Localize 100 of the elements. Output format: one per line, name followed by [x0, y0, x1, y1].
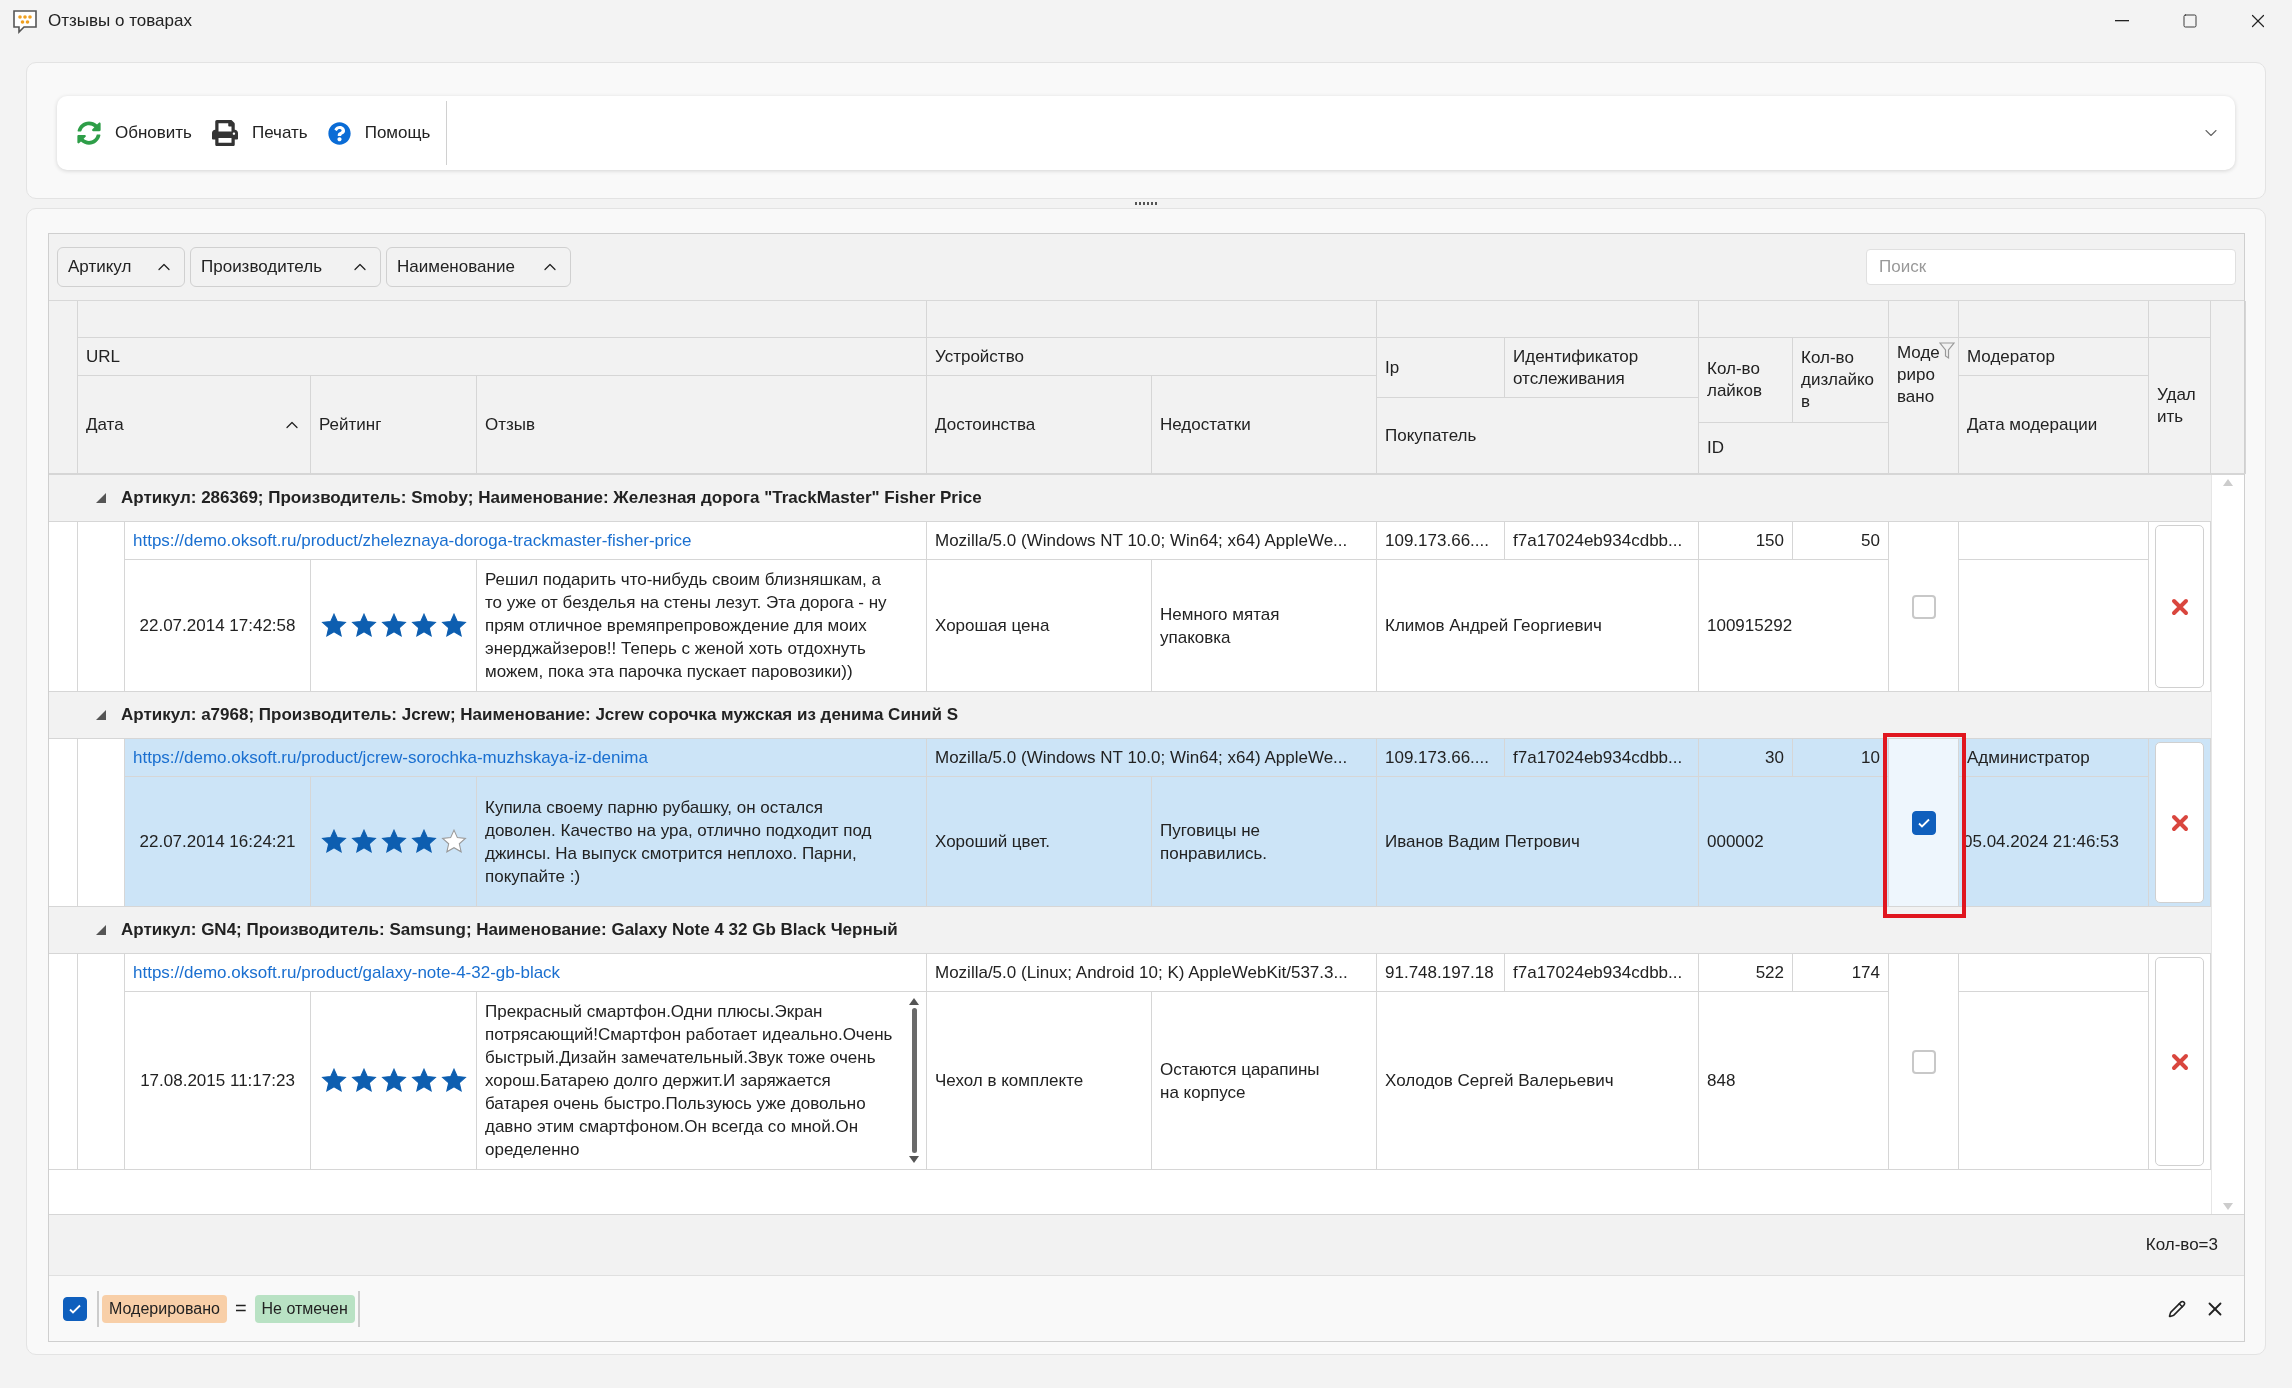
star-icon	[440, 613, 467, 638]
table-cell: 109.173.66....	[1377, 739, 1505, 777]
star-icon	[440, 829, 467, 854]
table-cell: 22.07.2014 17:42:58	[125, 560, 311, 692]
product-link[interactable]: https://demo.oksoft.ru/product/galaxy-note-4-32-gb-black	[133, 961, 561, 984]
checkbox[interactable]	[1911, 810, 1936, 835]
column-header[interactable]: URL	[78, 338, 927, 376]
table-cell: Mozilla/5.0 (Linux; Android 10; K) AppleWebKit/537.3...	[927, 954, 1377, 992]
star-icon	[320, 829, 347, 854]
star-icon	[320, 1068, 347, 1093]
maximize-icon	[2182, 13, 2198, 29]
table-cell: Холодов Сергей Валерьевич	[1377, 992, 1699, 1170]
table-cell: Немного мятая упаковка	[1152, 560, 1377, 692]
column-header[interactable]: Ip	[1377, 338, 1505, 398]
group-title: Артикул: GN4; Производитель: Samsung; Наименование: Galaxy Note 4 32 Gb Black Черный	[121, 920, 898, 940]
filter-operator: =	[234, 1297, 247, 1320]
table-cell: 522	[1699, 954, 1793, 992]
column-header[interactable]: Модератор	[1959, 338, 2149, 376]
table-cell: Остаются царапины на корпусе	[1152, 992, 1377, 1170]
filter-value: Не отмечен	[254, 1294, 355, 1323]
star-icon	[410, 613, 437, 638]
group-by-chip[interactable]: Производитель	[190, 247, 381, 287]
row-count: Кол-во=3	[2145, 1235, 2218, 1255]
filter-expression[interactable]: Модерировано = Не отмечен	[97, 1290, 360, 1327]
table-cell: Mozilla/5.0 (Windows NT 10.0; Win64; x64) AppleWe...	[927, 739, 1377, 777]
table-cell: 109.173.66....	[1377, 522, 1505, 560]
star-icon	[440, 1068, 467, 1093]
star-icon	[410, 829, 437, 854]
star-icon	[410, 1068, 437, 1093]
column-header[interactable]: Кол-во дизлайков	[1793, 338, 1889, 423]
table-cell: Климов Андрей Георгиевич	[1377, 560, 1699, 692]
table-cell: Mozilla/5.0 (Windows NT 10.0; Win64; x64) AppleWe...	[927, 522, 1377, 560]
group-by-chip[interactable]: Артикул	[57, 247, 185, 287]
cross-icon	[2170, 597, 2189, 616]
star-icon	[380, 613, 407, 638]
group-row[interactable]: Артикул: a7968; Производитель: Jcrew; Наименование: Jcrew сорочка мужская из денима Синий S	[49, 692, 2211, 739]
window-title: Отзывы о товарах	[48, 11, 193, 31]
collapse-icon[interactable]	[95, 709, 107, 721]
filter-field: Модерировано	[102, 1294, 227, 1323]
table-cell[interactable]: https://demo.oksoft.ru/product/zheleznaya-doroga-trackmaster-fisher-price	[125, 522, 927, 560]
splitter-grip-icon[interactable]	[1135, 201, 1157, 206]
cross-icon	[2170, 813, 2189, 832]
star-icon	[350, 829, 377, 854]
group-row[interactable]: Артикул: GN4; Производитель: Samsung; Наименование: Galaxy Note 4 32 Gb Black Черный	[49, 907, 2211, 954]
scroll-down-icon[interactable]	[909, 1156, 919, 1163]
column-header[interactable]: Идентификатор отслеживания	[1505, 338, 1699, 398]
group-row[interactable]: Артикул: 286369; Производитель: Smoby; Наименование: Железная дорога "TrackMaster" Fisher Price	[49, 475, 2211, 522]
print-button[interactable]: Печать	[202, 108, 318, 158]
collapse-icon[interactable]	[95, 492, 107, 504]
table-cell: Чехол в комплекте	[927, 992, 1152, 1170]
table-cell: Хорошая цена	[927, 560, 1152, 692]
group-by-chip[interactable]: Наименование	[386, 247, 571, 287]
filter-icon[interactable]	[1939, 342, 1955, 360]
review-text: Купила своему парню рубашку, он остался доволен. Качество на ура, отлично подходит под джинсы. На выпуск смотрится неплохо. Парни, покупайте :)	[485, 796, 873, 888]
table-cell: Пуговицы не понравились.	[1152, 777, 1377, 907]
column-header[interactable]: Кол-во лайков	[1699, 338, 1793, 423]
table-cell: 100915292	[1699, 560, 1889, 692]
search-field[interactable]: Поиск	[1866, 249, 2236, 285]
refresh-button[interactable]: Обновить	[67, 108, 202, 158]
table-cell: 17.08.2015 11:17:23	[125, 992, 311, 1170]
table-cell: Администратор	[1959, 739, 2149, 777]
table-cell: 848	[1699, 992, 1889, 1170]
collapse-icon[interactable]	[95, 924, 107, 936]
table-cell[interactable]: https://demo.oksoft.ru/product/galaxy-note-4-32-gb-black	[125, 954, 927, 992]
star-icon	[320, 613, 347, 638]
table-cell: Хороший цвет.	[927, 777, 1152, 907]
scrollbar[interactable]	[908, 998, 920, 1163]
table-cell: 174	[1793, 954, 1889, 992]
scroll-up-icon[interactable]	[909, 998, 919, 1005]
table-cell: 22.07.2014 16:24:21	[125, 777, 311, 907]
table-cell: f7a17024eb934cdbb...	[1505, 522, 1699, 560]
product-link[interactable]: https://demo.oksoft.ru/product/zheleznaya-doroga-trackmaster-fisher-price	[133, 529, 692, 552]
star-icon	[380, 1068, 407, 1093]
pencil-icon	[2168, 1299, 2186, 1318]
checkbox[interactable]	[63, 1296, 87, 1321]
star-icon	[350, 1068, 377, 1093]
table-cell[interactable]: https://demo.oksoft.ru/product/jcrew-sorochka-muzhskaya-iz-denima	[125, 739, 927, 777]
review-text: Прекрасный смартфон.Одни плюсы.Экран потрясающий!Смартфон работает идеально.Очень быстрый.Дизайн замечательный.Звук тоже очень хорош.Батарею долго держит.И заряжается батарея очень быстро.Пользуюсь уже довольно давно этим смартфоном.Он всегда со мной.Он оределенно	[485, 1001, 894, 1161]
header-label: Дата	[86, 413, 124, 436]
cross-icon	[2170, 1052, 2189, 1071]
table-cell: f7a17024eb934cdbb...	[1505, 954, 1699, 992]
star-icon	[380, 829, 407, 854]
printer-icon	[212, 120, 238, 146]
group-title: Артикул: 286369; Производитель: Smoby; Наименование: Железная дорога "TrackMaster" Fisher Price	[121, 488, 982, 508]
table-cell: 30	[1699, 739, 1793, 777]
table-cell: 150	[1699, 522, 1793, 560]
refresh-icon	[77, 121, 101, 145]
group-title: Артикул: a7968; Производитель: Jcrew; Наименование: Jcrew сорочка мужская из денима Синий S	[121, 705, 959, 725]
app-icon	[12, 8, 38, 34]
help-icon	[327, 121, 351, 145]
minimize-icon	[2115, 20, 2129, 22]
star-icon	[350, 613, 377, 638]
product-link[interactable]: https://demo.oksoft.ru/product/jcrew-sorochka-muzhskaya-iz-denima	[133, 746, 648, 769]
table-cell: 05.04.2024 21:46:53	[1959, 777, 2149, 907]
table-cell: 000002	[1699, 777, 1889, 907]
help-button[interactable]: Помощь	[317, 108, 441, 158]
column-header[interactable]: Устройство	[927, 338, 1377, 376]
table-cell: f7a17024eb934cdbb...	[1505, 739, 1699, 777]
table-cell: 10	[1793, 739, 1889, 777]
review-text: Решил подарить что-нибудь своим близняшкам, а то уже от безделья на стены лезут. Эта дорога - ну прям отличное времяпрепровождение для моих энерджайзеров!! Теперь с женой хоть отдохнуть можем, пока эта парочка пускает паровозики))	[485, 569, 888, 683]
